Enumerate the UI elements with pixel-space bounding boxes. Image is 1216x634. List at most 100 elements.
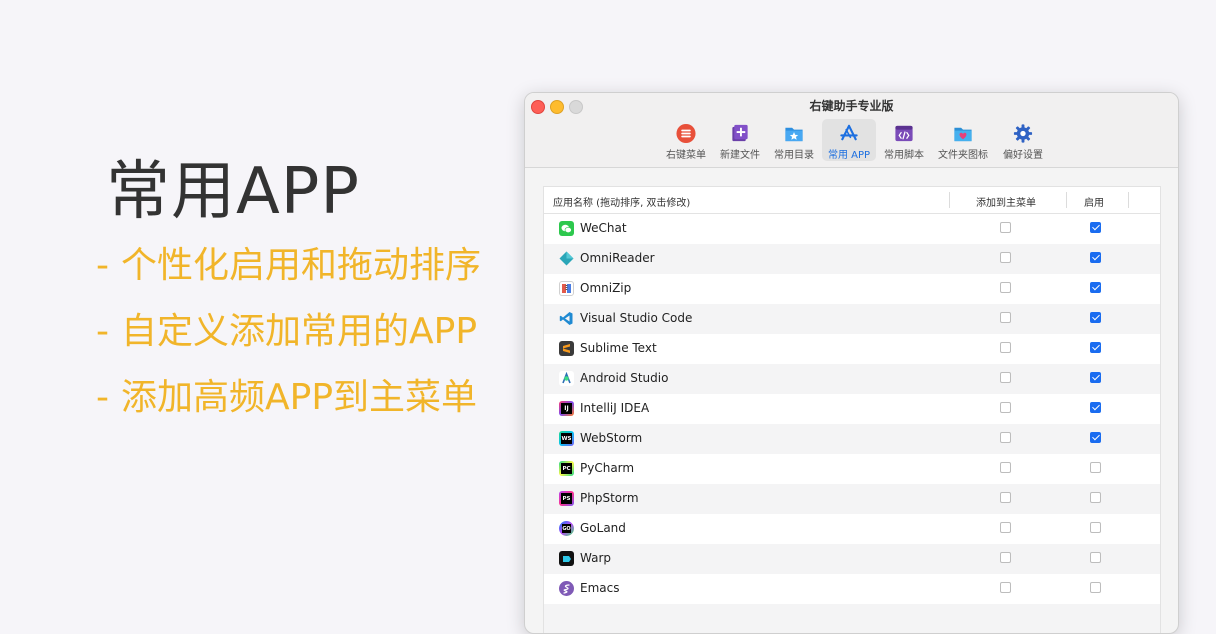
enable-checkbox[interactable] [1090,462,1101,473]
table-row[interactable] [544,604,1160,633]
gear-icon [1013,124,1033,143]
main-menu-checkbox[interactable] [1000,282,1011,293]
phpstorm-icon: PS [559,491,574,506]
table-row[interactable]: PC PyCharm [544,454,1160,484]
table-row[interactable]: Visual Studio Code [544,304,1160,334]
app-name: Android Studio [580,371,669,385]
android-studio-icon [559,371,574,386]
app-name: OmniZip [580,281,632,295]
menu-list-icon [676,123,696,144]
app-window: 右键助手专业版 右键菜单 新建文件 常用目录 常用 APP 常用脚本 文件夹图标… [524,92,1179,634]
wechat-icon [559,221,574,236]
main-menu-checkbox[interactable] [1000,462,1011,473]
enable-checkbox[interactable] [1090,312,1101,323]
tab-label: 偏好设置 [1003,150,1043,161]
column-divider[interactable] [1128,192,1129,208]
feature-item: - 个性化启用和拖动排序 [96,236,481,288]
feature-text: 个性化启用和拖动排序 [121,245,482,286]
enable-checkbox[interactable] [1090,432,1101,443]
vscode-icon [559,311,574,326]
column-divider[interactable] [949,192,950,208]
omnireader-icon [559,251,574,266]
column-header-name[interactable]: 应用名称 (拖动排序, 双击修改) [553,194,690,209]
table-row[interactable]: OmniReader [544,244,1160,274]
feature-item: - 自定义添加常用的APP [96,302,477,354]
table-header: 应用名称 (拖动排序, 双击修改) 添加到主菜单 启用 [544,187,1160,214]
app-name: Warp [580,551,612,565]
enable-checkbox[interactable] [1090,582,1101,593]
tab-preferences[interactable]: 偏好设置 [998,119,1048,161]
main-menu-checkbox[interactable] [1000,522,1011,533]
tab-right-click-menu[interactable]: 右键菜单 [661,119,711,161]
main-menu-checkbox[interactable] [1000,432,1011,443]
goland-icon: GO [559,521,574,536]
app-store-icon [840,124,858,141]
tab-new-file[interactable]: 新建文件 [715,119,765,161]
enable-checkbox[interactable] [1090,372,1101,383]
promo-title: 常用APP [106,155,360,229]
main-menu-checkbox[interactable] [1000,402,1011,413]
tab-label: 常用 APP [827,150,871,161]
app-name: WeChat [580,221,627,235]
table-row[interactable]: Sublime Text [544,334,1160,364]
enable-checkbox[interactable] [1090,402,1101,413]
webstorm-icon: WS [559,431,574,446]
enable-checkbox[interactable] [1090,252,1101,263]
table-row[interactable]: Android Studio [544,364,1160,394]
app-name: Visual Studio Code [580,311,693,325]
feature-text: 自定义添加常用的APP [121,311,478,352]
enable-checkbox[interactable] [1090,282,1101,293]
pycharm-icon: PC [559,461,574,476]
table-row[interactable]: Emacs [544,574,1160,604]
table-row[interactable]: GO GoLand [544,514,1160,544]
tab-common-apps[interactable]: 常用 APP [822,119,876,161]
app-name: Sublime Text [580,341,657,355]
tab-label: 右键菜单 [666,150,706,161]
tab-common-scripts[interactable]: 常用脚本 [879,119,929,161]
new-file-icon [732,124,748,142]
main-menu-checkbox[interactable] [1000,492,1011,503]
main-menu-checkbox[interactable] [1000,552,1011,563]
column-divider[interactable] [1066,192,1067,208]
app-table: 应用名称 (拖动排序, 双击修改) 添加到主菜单 启用 WeChat OmniR… [543,186,1161,633]
enable-checkbox[interactable] [1090,492,1101,503]
enable-checkbox[interactable] [1090,222,1101,233]
tab-label: 常用脚本 [884,150,924,161]
main-menu-checkbox[interactable] [1000,372,1011,383]
emacs-icon [559,581,574,596]
column-header-main-menu[interactable]: 添加到主菜单 [976,194,1036,209]
main-menu-checkbox[interactable] [1000,342,1011,353]
feature-dash: - [96,377,109,418]
window-title: 右键助手专业版 [809,99,894,113]
table-row[interactable]: Warp [544,544,1160,574]
tab-label: 常用目录 [774,150,814,161]
intellij-icon: IJ [559,401,574,416]
tab-folder-icons[interactable]: 文件夹图标 [933,119,993,161]
table-row[interactable]: WeChat [544,214,1160,244]
tab-common-folders[interactable]: 常用目录 [769,119,819,161]
enable-checkbox[interactable] [1090,552,1101,563]
app-name: PyCharm [580,461,635,475]
warp-icon [559,551,574,566]
main-menu-checkbox[interactable] [1000,252,1011,263]
feature-text: 添加高频APP到主菜单 [121,377,478,418]
tab-label: 文件夹图标 [938,150,988,161]
enable-checkbox[interactable] [1090,522,1101,533]
main-menu-checkbox[interactable] [1000,312,1011,323]
omnizip-icon [559,281,574,296]
app-name: IntelliJ IDEA [580,401,650,415]
column-header-enabled[interactable]: 启用 [1084,194,1104,209]
enable-checkbox[interactable] [1090,342,1101,353]
table-row[interactable]: PS PhpStorm [544,484,1160,514]
app-name: GoLand [580,521,626,535]
app-name: Emacs [580,581,620,595]
titlebar: 右键助手专业版 右键菜单 新建文件 常用目录 常用 APP 常用脚本 文件夹图标… [525,93,1178,168]
table-row[interactable]: IJ IntelliJ IDEA [544,394,1160,424]
table-row[interactable]: OmniZip [544,274,1160,304]
feature-dash: - [96,311,109,352]
app-name: WebStorm [580,431,643,445]
main-menu-checkbox[interactable] [1000,582,1011,593]
script-icon [895,125,913,142]
main-menu-checkbox[interactable] [1000,222,1011,233]
table-row[interactable]: WS WebStorm [544,424,1160,454]
